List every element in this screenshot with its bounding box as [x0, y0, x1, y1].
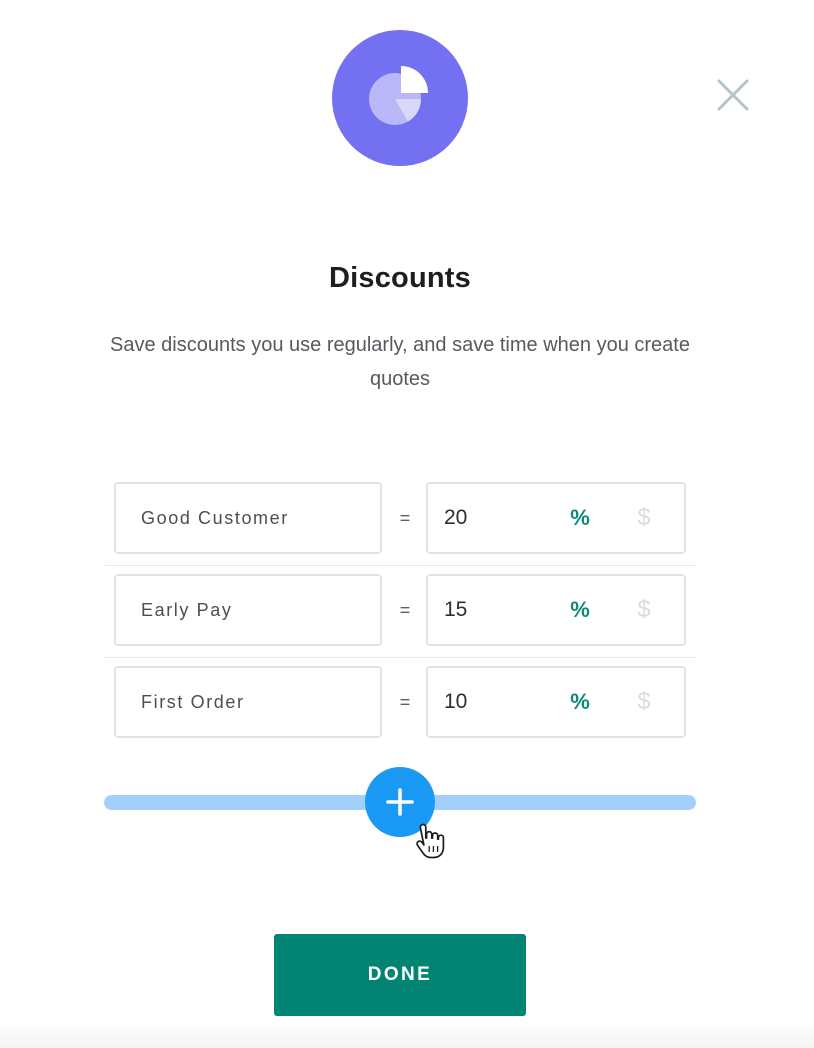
percent-toggle[interactable]: %: [568, 484, 592, 552]
equals-sign: =: [399, 599, 411, 620]
discount-name-input[interactable]: Early Pay: [114, 574, 382, 646]
discount-value-input[interactable]: 10: [444, 668, 467, 736]
done-button[interactable]: DONE: [274, 934, 526, 1016]
discount-value-field[interactable]: 10 % $: [426, 666, 686, 738]
close-icon: [717, 79, 749, 111]
plus-icon: [386, 788, 414, 816]
discount-value-field[interactable]: 20 % $: [426, 482, 686, 554]
page-title: Discounts: [329, 262, 471, 294]
discount-name-input[interactable]: Good Customer: [114, 482, 382, 554]
dollar-toggle[interactable]: $: [632, 668, 656, 736]
dollar-toggle[interactable]: $: [632, 576, 656, 644]
discount-list: Good Customer = 20 % $ Early Pay = 15 % …: [105, 474, 696, 750]
discount-row: First Order = 10 % $: [105, 658, 696, 750]
discount-name-input[interactable]: First Order: [114, 666, 382, 738]
dollar-toggle[interactable]: $: [632, 484, 656, 552]
discounts-dialog: Discounts Save discounts you use regular…: [0, 0, 814, 1048]
discount-value-field[interactable]: 15 % $: [426, 574, 686, 646]
equals-sign: =: [399, 691, 411, 712]
discount-value-input[interactable]: 20: [444, 484, 467, 552]
percent-toggle[interactable]: %: [568, 576, 592, 644]
discount-row: Good Customer = 20 % $: [105, 474, 696, 566]
percent-toggle[interactable]: %: [568, 668, 592, 736]
discount-value-input[interactable]: 15: [444, 576, 467, 644]
equals-sign: =: [399, 507, 411, 528]
discount-row: Early Pay = 15 % $: [105, 566, 696, 658]
page-subtitle: Save discounts you use regularly, and sa…: [110, 334, 690, 390]
hand-cursor-icon: [416, 823, 445, 859]
footer-shade: [0, 1020, 814, 1048]
close-button[interactable]: [712, 74, 754, 116]
pie-chart-icon: [332, 30, 468, 166]
